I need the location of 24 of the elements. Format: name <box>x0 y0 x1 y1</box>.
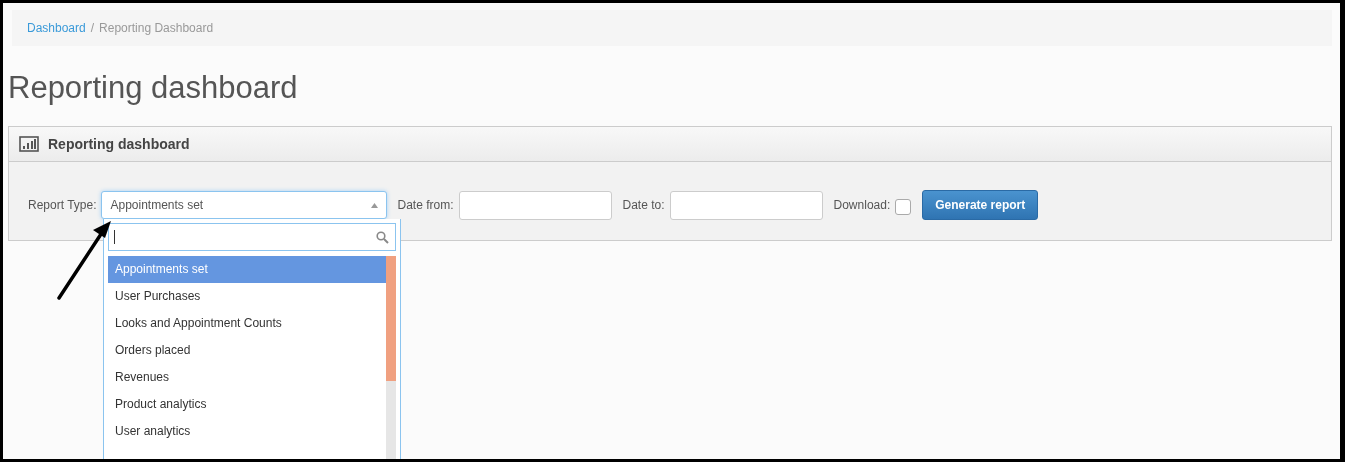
bar-chart-icon <box>19 136 39 152</box>
download-label: Download: <box>833 198 891 212</box>
page-title: Reporting dashboard <box>8 70 299 106</box>
breadcrumb-current: Reporting Dashboard <box>99 21 214 35</box>
report-type-select[interactable]: Appointments set <box>101 191 388 219</box>
dropdown-option[interactable]: Orders placed <box>108 337 386 364</box>
date-to-field[interactable] <box>669 190 823 220</box>
download-checkbox[interactable] <box>895 199 912 215</box>
search-icon <box>376 230 389 244</box>
caret-icon <box>371 202 379 208</box>
dropdown-option[interactable]: User analytics <box>108 418 386 445</box>
generate-report-button[interactable]: Generate report <box>922 190 1039 220</box>
dropdown-option[interactable]: User Purchases <box>108 283 386 310</box>
panel-title: Reporting dashboard <box>48 136 190 152</box>
date-from-label: Date from: <box>397 198 454 212</box>
dropdown-option[interactable]: Looks and Appointment Counts <box>108 310 386 337</box>
search-field[interactable] <box>108 223 396 251</box>
dropdown-option[interactable]: Product analytics <box>108 391 386 418</box>
scrollbar[interactable] <box>386 256 396 459</box>
date-to-label: Date to: <box>622 198 665 212</box>
report-type-label: Report Type: <box>28 198 97 212</box>
breadcrumb-separator: / <box>90 21 95 35</box>
date-from-field[interactable] <box>458 190 612 220</box>
dropdown-option[interactable]: Revenues <box>108 364 386 391</box>
